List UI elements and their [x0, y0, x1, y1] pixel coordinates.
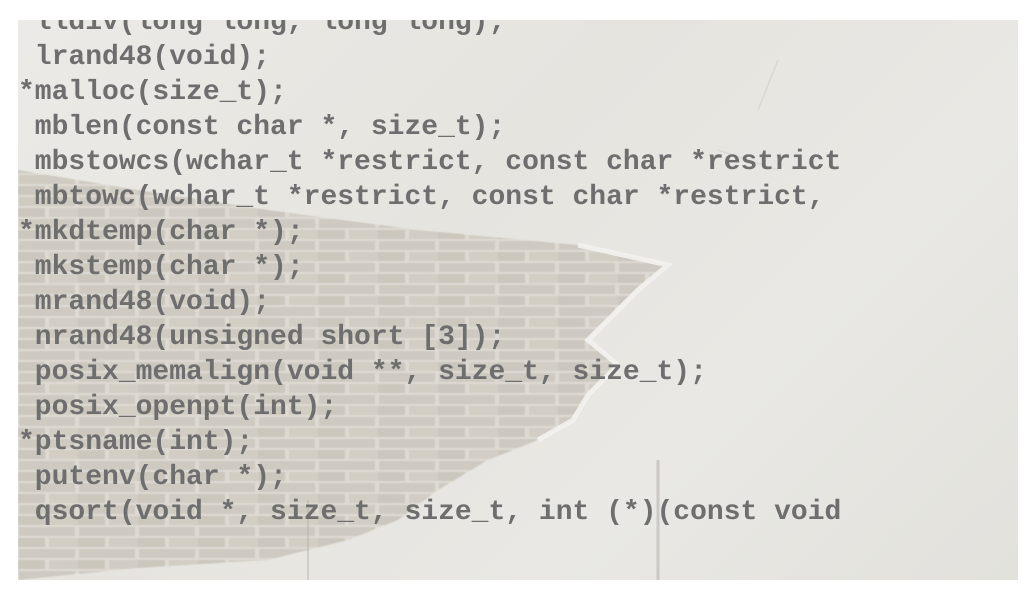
screenshot-frame: lldiv(long long, long long); lrand48(voi…	[0, 0, 1034, 592]
code-line-qsort: qsort(void *, size_t, size_t, int (*)(co…	[18, 497, 842, 528]
code-line-mbtowc: mbtowc(wchar_t *restrict, const char *re…	[18, 182, 825, 213]
code-line-mblen: mblen(const char *, size_t);	[18, 112, 506, 143]
code-line-posix-memalign: posix_memalign(void **, size_t, size_t);	[18, 357, 707, 388]
code-line-mrand48: mrand48(void);	[18, 287, 271, 318]
code-line-mbstowcs: mbstowcs(wchar_t *restrict, const char *…	[18, 147, 842, 178]
plaster-wall-photo: lldiv(long long, long long); lrand48(voi…	[18, 20, 1018, 580]
code-line-nrand48: nrand48(unsigned short [3]);	[18, 322, 506, 353]
code-line-malloc: *malloc(size_t);	[18, 77, 287, 108]
code-line-lldiv: lldiv(long long, long long);	[18, 20, 506, 38]
code-line-posix-openpt: posix_openpt(int);	[18, 392, 338, 423]
code-line-lrand48: lrand48(void);	[18, 42, 271, 73]
code-line-putenv: putenv(char *);	[18, 462, 287, 493]
code-listing: lldiv(long long, long long); lrand48(voi…	[18, 20, 841, 580]
code-line-mkstemp: mkstemp(char *);	[18, 252, 304, 283]
code-line-ptsname: *ptsname(int);	[18, 427, 254, 458]
code-line-mkdtemp: *mkdtemp(char *);	[18, 217, 304, 248]
